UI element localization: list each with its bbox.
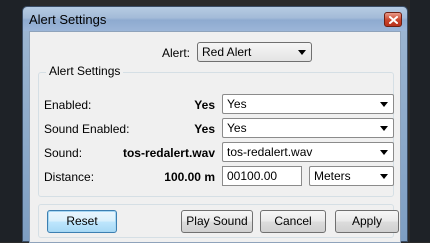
sound-enabled-select[interactable]: Yes: [222, 118, 394, 138]
chevron-down-icon: [380, 126, 388, 131]
distance-value: 100.00 m: [164, 170, 215, 184]
close-icon: [388, 15, 398, 24]
group-legend: Alert Settings: [46, 64, 124, 78]
alert-label: Alert:: [162, 46, 191, 60]
window-title: Alert Settings: [29, 12, 107, 27]
enabled-value: Yes: [194, 98, 215, 112]
distance-unit-value: Meters: [314, 169, 351, 183]
title-bar[interactable]: Alert Settings: [23, 7, 407, 31]
distance-input[interactable]: 00100.00: [222, 166, 302, 186]
enabled-label: Enabled:: [44, 98, 92, 112]
chevron-down-icon: [380, 102, 388, 107]
alert-select-value: Red Alert: [202, 45, 252, 59]
dialog-body: Alert: Red Alert Alert Settings Enabled:…: [29, 31, 401, 243]
enabled-select[interactable]: Yes: [222, 94, 394, 114]
sound-select[interactable]: tos-redalert.wav: [222, 142, 394, 162]
sound-select-value: tos-redalert.wav: [227, 145, 313, 159]
sound-enabled-value: Yes: [194, 122, 215, 136]
chevron-down-icon: [380, 174, 388, 179]
alert-select[interactable]: Red Alert: [197, 42, 312, 62]
distance-label: Distance:: [44, 170, 95, 184]
play-sound-button[interactable]: Play Sound: [181, 210, 253, 233]
sound-value: tos-redalert.wav: [122, 146, 215, 160]
background-right: [410, 0, 430, 242]
distance-unit-select[interactable]: Meters: [309, 166, 394, 186]
sound-enabled-label: Sound Enabled:: [44, 122, 130, 136]
cancel-button[interactable]: Cancel: [260, 210, 326, 233]
alert-row: Alert: Red Alert: [30, 42, 400, 64]
sound-enabled-select-value: Yes: [227, 121, 247, 135]
alert-settings-window: Alert Settings Alert: Red Alert Alert Se…: [22, 6, 408, 243]
sound-label: Sound:: [44, 146, 83, 160]
chevron-down-icon: [298, 50, 306, 55]
enabled-select-value: Yes: [227, 97, 247, 111]
chevron-down-icon: [380, 150, 388, 155]
reset-button[interactable]: Reset: [47, 210, 117, 233]
apply-button[interactable]: Apply: [335, 210, 399, 233]
distance-input-value: 00100.00: [227, 169, 278, 183]
close-button[interactable]: [384, 12, 402, 27]
